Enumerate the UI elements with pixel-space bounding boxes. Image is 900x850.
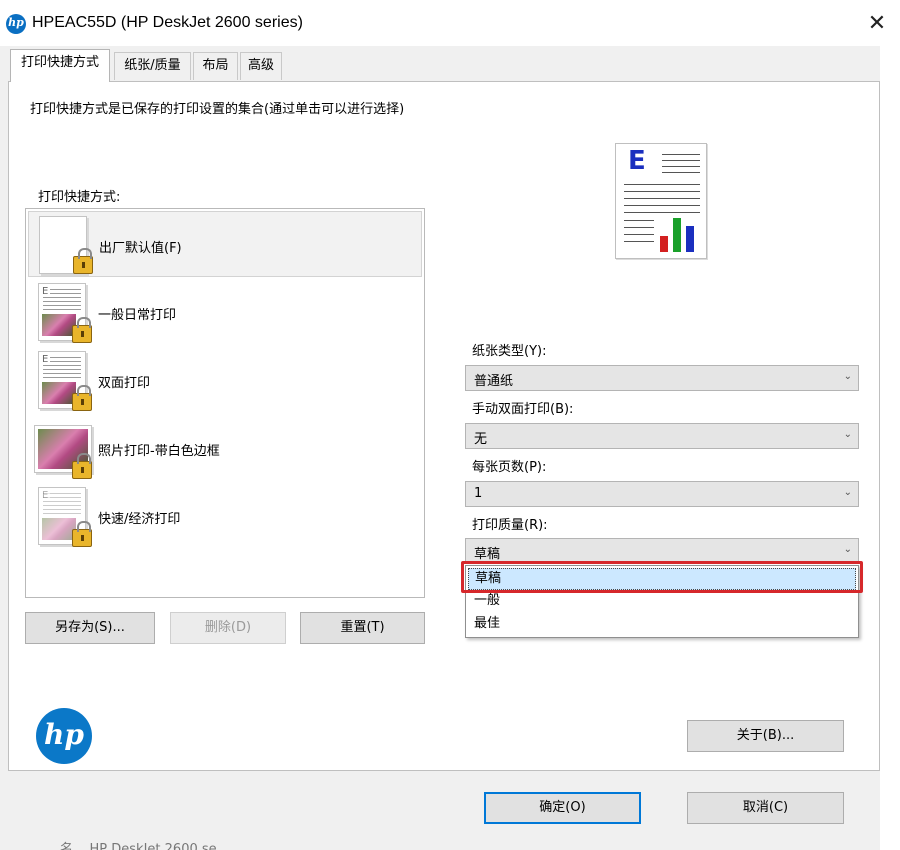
manual-duplex-select[interactable]: 无 ⌄ — [465, 423, 859, 449]
shortcut-item-fast-economy[interactable]: E 快速/经济打印 — [28, 483, 422, 549]
about-button[interactable]: 关于(B)... — [687, 720, 844, 752]
shortcut-item-label: 快速/经济打印 — [98, 512, 181, 527]
shortcut-item-label: 出厂默认值(F) — [99, 241, 182, 256]
cancel-button[interactable]: 取消(C) — [687, 792, 844, 824]
shortcuts-list[interactable]: 出厂默认值(F) E 一般日常打印 E 双面打印 照片打印-带白色边框 E 快速… — [25, 208, 425, 598]
lock-icon — [72, 521, 92, 547]
lock-icon — [72, 453, 92, 479]
save-as-button[interactable]: 另存为(S)... — [25, 612, 155, 644]
tab-paper-quality[interactable]: 纸张/质量 — [114, 52, 191, 80]
shortcuts-description: 打印快捷方式是已保存的打印设置的集合(通过单击可以进行选择) — [30, 102, 405, 117]
reset-button[interactable]: 重置(T) — [300, 612, 425, 644]
paper-type-label: 纸张类型(Y): — [472, 344, 547, 359]
hp-logo-icon: hp — [6, 14, 26, 34]
delete-button[interactable]: 删除(D) — [170, 612, 286, 644]
chevron-down-icon: ⌄ — [843, 544, 852, 555]
manual-duplex-label: 手动双面打印(B): — [472, 402, 574, 417]
paper-type-select[interactable]: 普通纸 ⌄ — [465, 365, 859, 391]
lock-icon — [72, 385, 92, 411]
shortcut-item-photo-border[interactable]: 照片打印-带白色边框 — [28, 415, 422, 481]
background-window-text: 名... HP DeskJet 2600 se... — [60, 842, 230, 850]
chevron-down-icon: ⌄ — [843, 371, 852, 382]
tab-print-shortcuts[interactable]: 打印快捷方式 — [10, 49, 110, 82]
quality-option-normal[interactable]: 一般 — [468, 591, 856, 613]
print-preview-icon: E — [615, 143, 707, 259]
pages-per-sheet-label: 每张页数(P): — [472, 460, 547, 475]
highlight-annotation-box — [461, 561, 863, 593]
tab-layout[interactable]: 布局 — [193, 52, 238, 80]
ok-button[interactable]: 确定(O) — [484, 792, 641, 824]
chevron-down-icon: ⌄ — [843, 429, 852, 440]
window-title: HPEAC55D (HP DeskJet 2600 series) — [32, 14, 303, 31]
close-button[interactable]: ✕ — [860, 8, 894, 40]
shortcut-item-everyday[interactable]: E 一般日常打印 — [28, 279, 422, 345]
pages-per-sheet-select[interactable]: 1 ⌄ — [465, 481, 859, 507]
quality-option-best[interactable]: 最佳 — [468, 614, 856, 636]
print-quality-label: 打印质量(R): — [472, 518, 548, 533]
lock-icon — [72, 317, 92, 343]
lock-icon — [73, 248, 93, 274]
title-bar: hp HPEAC55D (HP DeskJet 2600 series) ✕ — [0, 0, 900, 46]
tab-advanced[interactable]: 高级 — [240, 52, 282, 80]
shortcuts-list-label: 打印快捷方式: — [38, 190, 121, 205]
shortcut-item-two-sided[interactable]: E 双面打印 — [28, 347, 422, 413]
shortcut-item-label: 一般日常打印 — [98, 308, 177, 323]
shortcut-item-factory-default[interactable]: 出厂默认值(F) — [28, 211, 422, 277]
shortcut-item-label: 照片打印-带白色边框 — [98, 444, 220, 459]
chevron-down-icon: ⌄ — [843, 487, 852, 498]
hp-logo: hp — [36, 708, 92, 764]
shortcut-item-label: 双面打印 — [98, 376, 151, 391]
